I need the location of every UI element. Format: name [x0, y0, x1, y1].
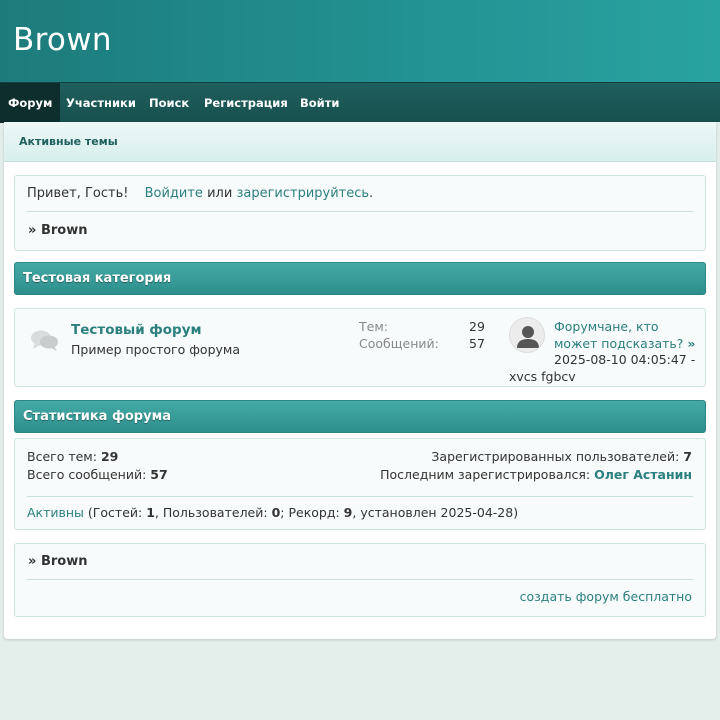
welcome-line: Привет, Гость! Войдите или зарегистрируй… [27, 186, 373, 201]
divider [27, 211, 693, 212]
last-registered: Последним зарегистрировался: Олег Астани… [380, 467, 692, 482]
total-posts-label: Всего сообщений: [27, 467, 147, 482]
forum-title-link[interactable]: Тестовый форум [71, 322, 202, 338]
last-post-author: xvcs fgbcv [509, 369, 576, 384]
online-guests-value: 1 [146, 505, 155, 520]
forum-row: Тестовый форум Пример простого форума Те… [14, 308, 706, 387]
breadcrumb-home-link[interactable]: Brown [41, 223, 88, 238]
active-topics-link[interactable]: Активные темы [19, 135, 118, 148]
chat-bubbles-icon [30, 329, 60, 357]
total-topics-value: 29 [100, 449, 119, 464]
create-forum-link[interactable]: создать форум бесплатно [520, 589, 692, 604]
online-record-label: ; Рекорд: [280, 505, 340, 520]
main-navbar: Форум Участники Поиск Регистрация Войти [0, 82, 720, 123]
last-post: Форумчане, кто может подсказать? » [554, 318, 700, 352]
sub-navbar: Активные темы [4, 122, 716, 162]
register-link[interactable]: зарегистрируйтесь [236, 186, 369, 201]
last-post-date: 2025-08-10 04:05:47 - [554, 352, 696, 367]
registered-users-label: Зарегистрированных пользователей: [431, 449, 680, 464]
user-avatar-icon[interactable] [509, 317, 545, 353]
online-users-value: 0 [271, 505, 281, 520]
nav-item-search[interactable]: Поиск [141, 83, 197, 123]
online-guests-label: (Гостей: [87, 505, 143, 520]
footer-breadcrumb-home-link[interactable]: Brown [41, 554, 88, 569]
forum-stats-box: Всего тем: 29 Всего сообщений: 57 Зареги… [14, 438, 706, 530]
total-posts: Всего сообщений: 57 [27, 467, 168, 482]
registered-users: Зарегистрированных пользователей: 7 [431, 449, 692, 464]
period-text: . [369, 186, 374, 201]
site-header: Brown [0, 0, 720, 82]
online-users-label: , Пользователей: [154, 505, 268, 520]
site-title[interactable]: Brown [13, 22, 112, 58]
online-record-date: , установлен 2025-04-28) [352, 505, 519, 520]
registered-users-value: 7 [683, 449, 692, 464]
total-topics-label: Всего тем: [27, 449, 97, 464]
greeting-text: Привет, Гость! [27, 186, 129, 201]
last-registered-label: Последним зарегистрировался: [380, 467, 591, 482]
login-link[interactable]: Войдите [145, 186, 203, 201]
nav-item-register[interactable]: Регистрация [196, 83, 296, 123]
nav-item-members[interactable]: Участники [58, 83, 144, 123]
last-post-link[interactable]: Форумчане, кто может подсказать? [554, 319, 683, 351]
forum-description: Пример простого форума [71, 342, 240, 357]
divider [27, 496, 693, 497]
breadcrumb: » Brown [28, 223, 87, 238]
nav-item-login[interactable]: Войти [292, 83, 347, 123]
topics-label: Тем: [359, 319, 388, 334]
breadcrumb-prefix: » [28, 223, 37, 238]
or-text: или [207, 186, 233, 201]
total-topics: Всего тем: 29 [27, 449, 118, 464]
footer-breadcrumb: » Brown [28, 554, 87, 569]
last-registered-user-link[interactable]: Олег Астанин [594, 467, 692, 482]
online-info: Активны (Гостей: 1, Пользователей: 0; Ре… [27, 505, 518, 520]
stats-header: Статистика форума [14, 400, 706, 433]
total-posts-value: 57 [150, 467, 168, 482]
footer-box: » Brown создать форум бесплатно [14, 543, 706, 617]
nav-item-forum[interactable]: Форум [0, 83, 61, 123]
breadcrumb-prefix: » [28, 554, 37, 569]
online-users-link[interactable]: Активны [27, 505, 84, 520]
divider [27, 579, 693, 580]
last-post-arrow-icon[interactable]: » [687, 336, 695, 351]
topics-count: 29 [469, 319, 485, 334]
posts-count: 57 [469, 336, 485, 351]
category-header[interactable]: Тестовая категория [14, 262, 706, 295]
content-panel: Активные темы Привет, Гость! Войдите или… [4, 122, 716, 639]
welcome-box: Привет, Гость! Войдите или зарегистрируй… [14, 175, 706, 251]
posts-label: Сообщений: [359, 336, 439, 351]
